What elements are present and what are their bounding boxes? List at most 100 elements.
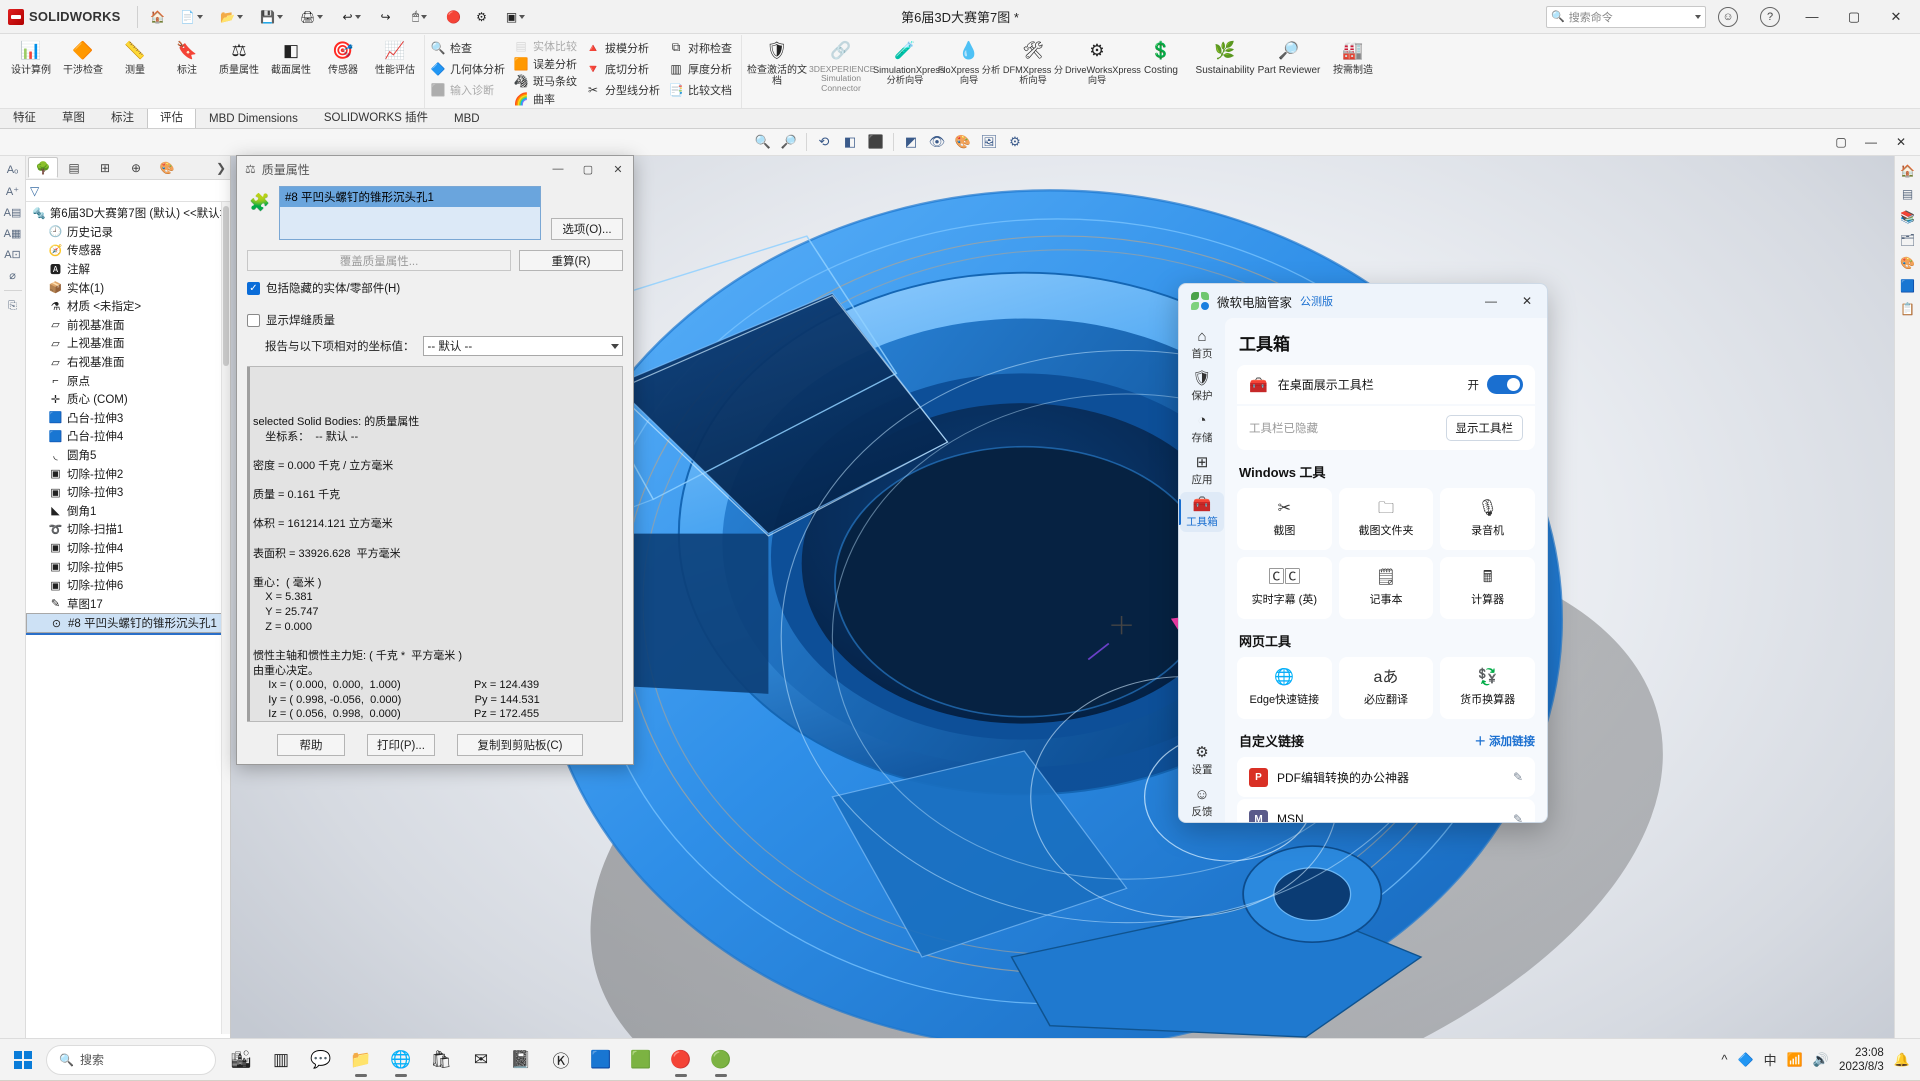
tool-notepad[interactable]: 🗒 记事本	[1338, 557, 1434, 619]
ribbon-undercut[interactable]: 🔻 底切分析	[583, 58, 666, 79]
mass-properties-dialog[interactable]: ⚖ 质量属性 — ▢ ✕ 🧩 #8 平凹头螺钉的锥形沉头孔1 选项(O)... …	[236, 155, 634, 765]
tab-mbd[interactable]: MBD	[441, 110, 493, 128]
tree-root[interactable]: 🔩 第6届3D大赛第7图 (默认) <<默认>_显示状	[26, 204, 230, 223]
notification-center-icon[interactable]: 🔔	[1894, 1052, 1910, 1068]
close-button[interactable]: ✕	[1876, 1, 1916, 33]
onenote-icon[interactable]: 📓	[502, 1041, 540, 1079]
undo-icon[interactable]: ↩	[332, 4, 372, 30]
home-icon[interactable]: 🏠	[144, 4, 172, 30]
doc-close-button[interactable]: ✕	[1888, 131, 1914, 153]
view-palette-icon[interactable]: 🎨	[1897, 252, 1919, 273]
tool-edge-quicklink[interactable]: 🌐 Edge快速链接	[1237, 657, 1332, 719]
ribbon-parting-line[interactable]: ✂ 分型线分析	[583, 79, 666, 100]
tree-item-history[interactable]: 🕘 历史记录	[26, 223, 230, 242]
tree-scrollbar-thumb[interactable]	[223, 206, 229, 366]
tree-item-chamfer-1[interactable]: ◣ 倒角1	[26, 502, 230, 521]
network-icon[interactable]: 📶	[1787, 1052, 1803, 1068]
desktop-toolbar-toggle[interactable]	[1487, 375, 1523, 394]
print-button[interactable]: 打印(P)...	[367, 734, 435, 756]
dialog-minimize-button[interactable]: —	[543, 157, 573, 181]
volume-icon[interactable]: 🔊	[1813, 1052, 1829, 1068]
doc-restore-button[interactable]: ▢	[1828, 131, 1854, 153]
help-button[interactable]: 帮助	[277, 734, 345, 756]
tree-item-top-plane[interactable]: ▱ 上视基准面	[26, 334, 230, 353]
options-button[interactable]: 选项(O)...	[551, 218, 623, 240]
ribbon-costing[interactable]: 💲 Costing	[1129, 35, 1193, 108]
pc-manager-window[interactable]: 微软电脑管家 公测版 — ✕ ⌂ 首页 🛡 保护 ◔ 存储 ⊞ 应用 🧰 工具箱 ⚙ 设置 …	[1178, 283, 1548, 823]
tree-item-right-plane[interactable]: ▱ 右视基准面	[26, 353, 230, 372]
tool-calculator[interactable]: 🖩 计算器	[1440, 557, 1535, 619]
configuration-manager-tab[interactable]: ⊞	[90, 157, 120, 178]
ribbon-compare-body[interactable]: ▤ 实体比较	[511, 37, 583, 55]
kugou-icon[interactable]: Ⓚ	[542, 1041, 580, 1079]
app-icon-1[interactable]: 🟦	[582, 1041, 620, 1079]
tab-solidworks-addins[interactable]: SOLIDWORKS 插件	[311, 106, 441, 128]
edit-icon[interactable]: ✎	[1513, 812, 1523, 822]
appearances-panel-icon[interactable]: 🟦	[1897, 275, 1919, 296]
ribbon-check[interactable]: 🔍 检查	[428, 37, 511, 58]
ribbon-3dx-sim[interactable]: 🔗 3DEXPERIENCE Simulation Connector	[809, 35, 875, 108]
ribbon-performance[interactable]: 📈 性能评估	[369, 35, 421, 108]
tree-item-cut-extrude-5[interactable]: ▣ 切除-拉伸5	[26, 557, 230, 576]
tree-item-cut-extrude-2[interactable]: ▣ 切除-拉伸2	[26, 464, 230, 483]
tree-item-fillet-5[interactable]: ◟ 圆角5	[26, 446, 230, 465]
override-mass-properties-button[interactable]: 覆盖质量属性...	[247, 250, 511, 271]
dimxpert-tolerance-icon[interactable]: ⌀	[2, 265, 24, 285]
ribbon-symmetry-check[interactable]: ⧉ 对称检查	[666, 37, 738, 58]
tool-snip[interactable]: ✂ 截图	[1237, 488, 1332, 550]
ribbon-check-active-doc[interactable]: 🛡 检查激活的文档	[745, 35, 809, 108]
add-link-button[interactable]: ＋添加链接	[1475, 733, 1536, 749]
dimxpert-size-icon[interactable]: A▤	[2, 202, 24, 222]
chevron-down-icon[interactable]	[1695, 14, 1701, 19]
desktop-toolbar-toggle-group[interactable]: 开	[1468, 375, 1523, 394]
design-library-icon[interactable]: 📚	[1897, 206, 1919, 227]
tree-filter-row[interactable]: ▽	[26, 180, 230, 202]
ribbon-section-properties[interactable]: ◧ 截面属性	[265, 35, 317, 108]
tree-item-sketch-17[interactable]: ✎ 草图17	[26, 594, 230, 613]
dimxpert-location-icon[interactable]: A⁺	[2, 181, 24, 201]
show-toolbar-button[interactable]: 显示工具栏	[1445, 415, 1523, 441]
ribbon-driveworks[interactable]: ⚙ DriveWorksXpress 向导	[1065, 35, 1141, 108]
display-icon[interactable]: ▣	[496, 4, 536, 30]
pcm-nav-home[interactable]: ⌂ 首页	[1180, 324, 1224, 364]
tool-snip-folder[interactable]: 🗀 截图文件夹	[1338, 488, 1434, 550]
select-icon[interactable]: 🖱	[400, 4, 440, 30]
ribbon-on-demand-mfg[interactable]: 🏭 按需制造	[1321, 35, 1385, 108]
view-orientation-icon[interactable]: ⬛	[863, 130, 889, 154]
widgets-icon[interactable]: ▥	[262, 1041, 300, 1079]
tree-item-cut-sweep-1[interactable]: ➰ 切除-扫描1	[26, 520, 230, 539]
pcm-nav-feedback[interactable]: ☺ 反馈	[1180, 782, 1224, 822]
tool-live-captions[interactable]: 🄲🄲 实时字幕 (英)	[1237, 557, 1332, 619]
custom-link-msn[interactable]: M MSN ✎	[1237, 799, 1535, 822]
resources-icon[interactable]: ▤	[1897, 183, 1919, 204]
ribbon-sim-xpress[interactable]: 🧪 SimulationXpress 分析向导	[873, 35, 945, 108]
ribbon-zebra[interactable]: 🦓 斑马条纹	[511, 73, 583, 91]
tree-scrollbar[interactable]	[221, 202, 230, 1034]
zoom-to-fit-icon[interactable]: 🔍	[750, 130, 776, 154]
pcm-nav-protection[interactable]: 🛡 保护	[1180, 366, 1224, 406]
hide-show-icon[interactable]: 👁	[924, 130, 950, 154]
maximize-button[interactable]: ▢	[1834, 1, 1874, 33]
dialog-maximize-button[interactable]: ▢	[573, 157, 603, 181]
show-hidden-icons-chevron[interactable]: ^	[1721, 1052, 1727, 1067]
include-hidden-checkbox[interactable]: ✓	[247, 281, 260, 295]
pcmanager-icon[interactable]: 🟢	[702, 1041, 740, 1079]
pcm-minimize-button[interactable]: —	[1473, 285, 1509, 317]
dialog-close-button[interactable]: ✕	[603, 157, 633, 181]
home-panel-icon[interactable]: 🏠	[1897, 160, 1919, 181]
save-icon[interactable]: 💾	[252, 4, 292, 30]
tree-item-annotations[interactable]: 🅰 注解	[26, 260, 230, 279]
edit-icon[interactable]: ✎	[1513, 770, 1523, 784]
solidworks-2023-icon[interactable]: 🔴	[662, 1041, 700, 1079]
clock[interactable]: 23:08 2023/8/3	[1839, 1046, 1884, 1074]
ribbon-compare-doc[interactable]: 📑 比较文档	[666, 79, 738, 100]
desktop-toolbar-card[interactable]: 🧰 在桌面展示工具栏 开	[1237, 365, 1535, 404]
start-button[interactable]	[0, 1039, 46, 1081]
show-weld-checkbox[interactable]	[247, 313, 260, 327]
ime-indicator[interactable]: 中	[1764, 1050, 1777, 1069]
account-icon[interactable]: ☺	[1708, 1, 1748, 33]
ribbon-import-diagnostics[interactable]: ⬛ 输入诊断	[428, 79, 511, 100]
ribbon-markup[interactable]: 🔖 标注	[161, 35, 213, 108]
tree-item-front-plane[interactable]: ▱ 前视基准面	[26, 316, 230, 335]
dimxpert-pattern-icon[interactable]: A▦	[2, 223, 24, 243]
